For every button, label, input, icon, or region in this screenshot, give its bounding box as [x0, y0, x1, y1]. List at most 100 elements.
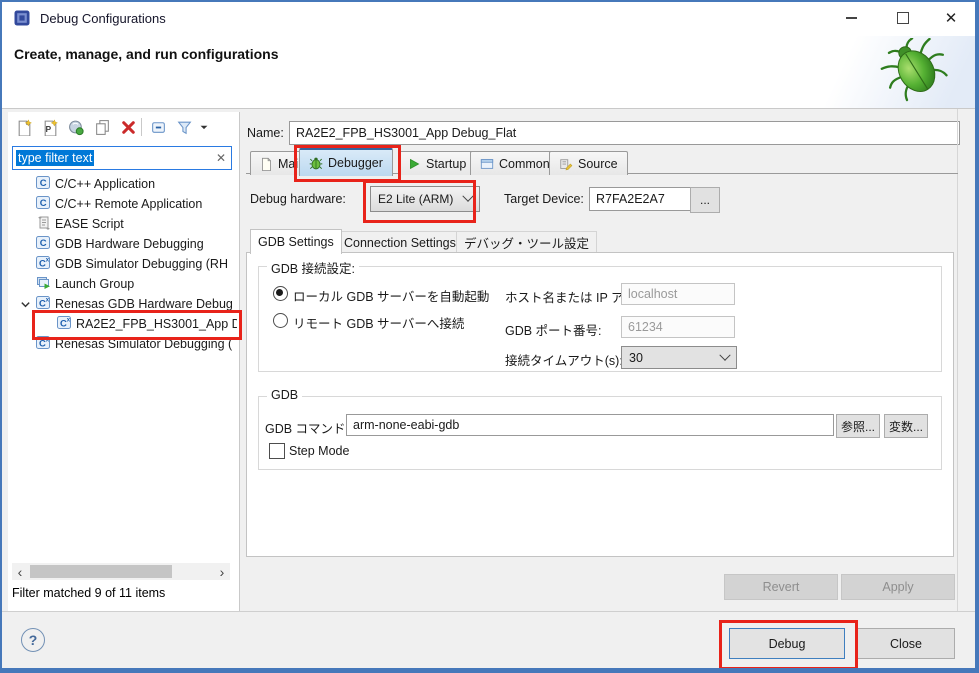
minimize-button[interactable]: [830, 4, 872, 32]
radio-local-gdb-label[interactable]: ローカル GDB サーバーを自動起動: [293, 286, 489, 305]
tab-connection-settings[interactable]: Connection Settings: [336, 231, 464, 254]
gdb-browse-button[interactable]: 参照...: [836, 414, 880, 438]
gdb-variables-button[interactable]: 変数...: [884, 414, 928, 438]
filter-text: type filter text: [16, 150, 94, 166]
host-input: localhost: [621, 283, 735, 305]
tree-horizontal-scrollbar[interactable]: ‹ ›: [12, 563, 230, 580]
apply-button[interactable]: Apply: [841, 574, 955, 600]
menu-caret-icon: [198, 121, 210, 133]
bug-image-icon: [878, 38, 956, 109]
c-application-icon: C: [36, 175, 51, 193]
footer-separator: [0, 611, 979, 612]
maximize-button[interactable]: [882, 4, 924, 32]
tree-item-ease-script[interactable]: EASE Script: [8, 214, 237, 234]
name-input[interactable]: RA2E2_FPB_HS3001_App Debug_Flat: [289, 121, 960, 145]
delete-button[interactable]: [116, 116, 140, 138]
revert-button[interactable]: Revert: [724, 574, 838, 600]
banner-heading: Create, manage, and run configurations: [14, 46, 279, 62]
titlebar: Debug Configurations ✕: [0, 0, 979, 36]
debug-hardware-select[interactable]: E2 Lite (ARM): [370, 186, 480, 212]
maximize-icon: [897, 12, 909, 24]
delete-icon: [120, 119, 137, 136]
new-prototype-icon: P: [42, 119, 59, 136]
help-button[interactable]: ?: [21, 628, 45, 652]
c-star-icon: Cx: [36, 295, 51, 313]
scrollbar-thumb[interactable]: [30, 565, 172, 578]
debug-configurations-window: Debug Configurations ✕ Create, manage, a…: [0, 0, 979, 673]
expander-chevron-icon[interactable]: [20, 299, 31, 313]
table-icon: [480, 157, 494, 171]
filter-icon: [176, 119, 193, 136]
collapse-all-button[interactable]: [146, 116, 170, 138]
svg-text:P: P: [45, 123, 51, 133]
gdb-port-label: GDB ポート番号:: [505, 320, 602, 339]
collapse-all-icon: [150, 119, 167, 136]
radio-local-gdb-server[interactable]: [273, 286, 288, 301]
step-mode-label[interactable]: Step Mode: [289, 444, 349, 458]
tree-item-gdb-hardware[interactable]: C GDB Hardware Debugging: [8, 234, 237, 254]
close-icon: ✕: [945, 11, 958, 26]
tree-item-cpp-remote[interactable]: C C/C++ Remote Application: [8, 194, 237, 214]
help-icon: ?: [29, 632, 38, 648]
gdb-port-input: 61234: [621, 316, 735, 338]
step-mode-checkbox[interactable]: [269, 443, 285, 459]
c-application-icon: C: [36, 195, 51, 213]
chevron-down-icon: [462, 191, 473, 202]
file-icon: [260, 157, 273, 171]
c-star-icon: Cx: [36, 335, 51, 353]
timeout-label: 接続タイムアウト(s):: [505, 350, 623, 369]
close-button[interactable]: ✕: [930, 4, 972, 32]
banner: Create, manage, and run configurations: [0, 36, 979, 108]
new-configuration-icon: [16, 119, 33, 136]
duplicate-button[interactable]: [90, 116, 114, 138]
minimize-icon: [846, 17, 857, 19]
window-title: Debug Configurations: [40, 11, 166, 26]
tab-gdb-settings[interactable]: GDB Settings: [250, 229, 342, 254]
timeout-select[interactable]: 30: [621, 346, 737, 369]
tree-item-cpp-application[interactable]: C C/C++ Application: [8, 174, 237, 194]
gdb-command-input[interactable]: arm-none-eabi-gdb: [346, 414, 834, 436]
tree-item-renesas-simulator[interactable]: Cx Renesas Simulator Debugging (: [8, 334, 237, 354]
tree-item-renesas-gdb-hardware[interactable]: Cx Renesas GDB Hardware Debug: [8, 294, 237, 314]
play-icon: [408, 157, 421, 171]
tree-item-gdb-simulator[interactable]: Cx GDB Simulator Debugging (RH: [8, 254, 237, 274]
target-device-input[interactable]: R7FA2E2A7: [589, 187, 691, 211]
gdb-connection-group-title: GDB 接続設定:: [267, 258, 359, 277]
close-dialog-button[interactable]: Close: [857, 628, 955, 659]
tree-item-ra2e2-config[interactable]: Cx RA2E2_FPB_HS3001_App De: [8, 314, 237, 334]
gdb-group: GDB GDB コマンド: arm-none-eabi-gdb 参照... 変数…: [258, 396, 942, 470]
filter-input[interactable]: type filter text ✕: [12, 146, 232, 170]
filter-status-text: Filter matched 9 of 11 items: [12, 586, 165, 600]
export-configuration-button[interactable]: [64, 116, 88, 138]
toolbar-menu-button[interactable]: [196, 116, 212, 138]
source-icon: [559, 157, 573, 171]
radio-remote-gdb-server[interactable]: [273, 313, 288, 328]
chevron-down-icon: [719, 349, 730, 360]
launch-group-icon: [36, 275, 51, 293]
target-device-label: Target Device:: [504, 192, 584, 206]
bug-icon: [309, 156, 323, 170]
scroll-right-icon[interactable]: ›: [214, 563, 230, 580]
gdb-connection-group: GDB 接続設定: ローカル GDB サーバーを自動起動 リモート GDB サー…: [258, 266, 942, 372]
radio-remote-gdb-label[interactable]: リモート GDB サーバーへ接続: [293, 313, 464, 332]
tab-debug-tool-settings[interactable]: デバッグ・ツール設定: [456, 231, 597, 254]
clear-filter-icon[interactable]: ✕: [216, 151, 226, 165]
tree-item-launch-group[interactable]: Launch Group: [8, 274, 237, 294]
target-device-browse-button[interactable]: ...: [690, 187, 720, 213]
script-icon: [36, 215, 51, 233]
svg-text:C: C: [40, 198, 47, 209]
c-star-icon: Cx: [36, 255, 51, 273]
tab-startup[interactable]: Startup: [398, 151, 476, 175]
tab-source[interactable]: Source: [549, 151, 628, 175]
debug-hardware-label: Debug hardware:: [250, 192, 346, 206]
new-configuration-button[interactable]: [12, 116, 36, 138]
panel-right-edge: [957, 109, 958, 611]
filter-button[interactable]: [172, 116, 196, 138]
gdb-group-title: GDB: [267, 388, 302, 402]
tab-debugger[interactable]: Debugger: [299, 148, 393, 176]
scroll-left-icon[interactable]: ‹: [12, 563, 28, 580]
new-prototype-button[interactable]: P: [38, 116, 62, 138]
tab-common[interactable]: Common: [470, 151, 560, 175]
svg-text:C: C: [40, 178, 47, 189]
debug-button[interactable]: Debug: [729, 628, 845, 659]
